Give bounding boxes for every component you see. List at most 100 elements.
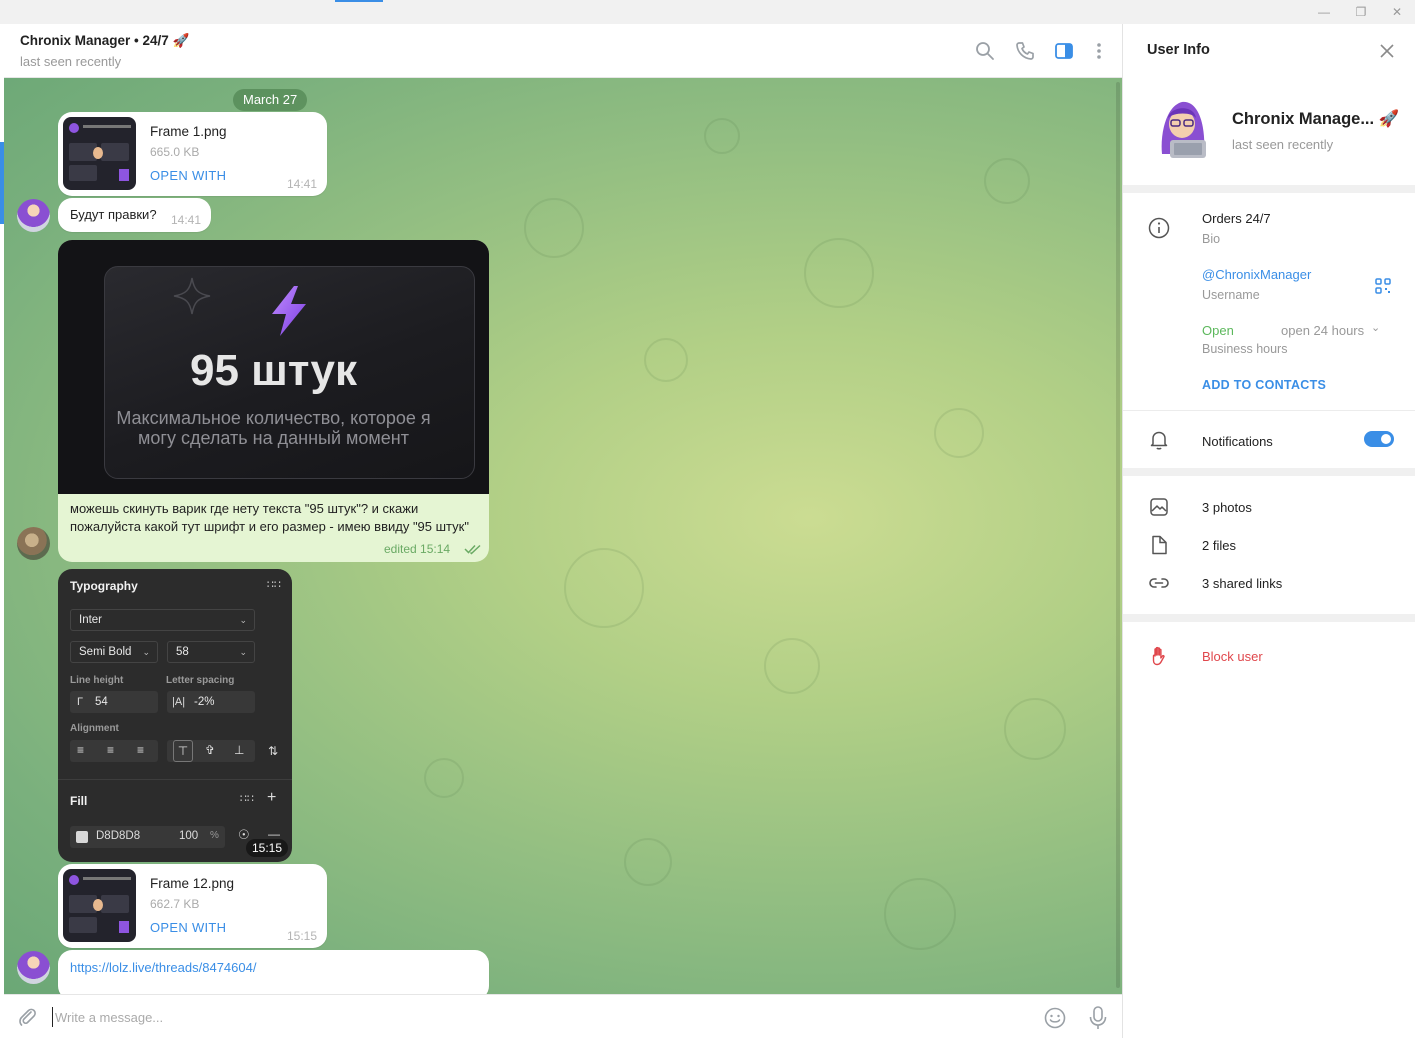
fill-styles-icon: ∷∷ bbox=[240, 793, 254, 805]
block-user-button[interactable]: Block user bbox=[1202, 649, 1263, 664]
letter-spacing-field: |A| -2% bbox=[167, 691, 255, 713]
open-with-button[interactable]: OPEN WITH bbox=[150, 168, 226, 183]
line-height-label: Line height bbox=[70, 675, 124, 686]
chevron-down-icon: ⌄ bbox=[142, 647, 150, 657]
file-message[interactable]: Frame 12.png 662.7 KB OPEN WITH 15:15 bbox=[58, 864, 327, 948]
section-separator bbox=[1123, 468, 1415, 476]
phone-icon[interactable] bbox=[1014, 40, 1036, 62]
text-message[interactable]: Будут правки? 14:41 bbox=[58, 198, 211, 232]
business-hours-status: Open bbox=[1202, 323, 1234, 338]
my-avatar[interactable] bbox=[17, 527, 50, 560]
user-info-panel: User Info Chronix Manage... 🚀 last seen … bbox=[1123, 24, 1415, 1038]
letter-spacing-label: Letter spacing bbox=[166, 675, 235, 686]
window-title-bar: — ❐ ✕ bbox=[0, 0, 1415, 24]
file-icon[interactable] bbox=[1147, 533, 1171, 557]
file-thumbnail[interactable] bbox=[63, 117, 136, 190]
message-time: 15:15 bbox=[287, 929, 318, 943]
username-label: Username bbox=[1202, 288, 1260, 302]
profile-avatar[interactable] bbox=[1148, 94, 1218, 164]
text-settings-icon: ⇅ bbox=[268, 744, 279, 758]
add-to-contacts-button[interactable]: ADD TO CONTACTS bbox=[1202, 378, 1326, 392]
file-thumbnail[interactable] bbox=[63, 869, 136, 942]
business-hours-value[interactable]: open 24 hours bbox=[1281, 323, 1364, 338]
add-fill-icon: + bbox=[267, 789, 277, 806]
panel-title: User Info bbox=[1147, 42, 1210, 58]
typography-screenshot-message[interactable]: Typography ∷∷ Inter ⌄ Semi Bold ⌄ 58 ⌄ L… bbox=[58, 569, 292, 862]
message-time: edited 15:14 bbox=[384, 542, 451, 556]
info-icon bbox=[1148, 217, 1170, 239]
sidebar-toggle-icon[interactable] bbox=[1053, 40, 1075, 62]
close-icon[interactable] bbox=[1377, 41, 1397, 61]
line-height-icon: Γ bbox=[77, 696, 84, 708]
message-input[interactable] bbox=[52, 1007, 952, 1027]
font-weight-select: Semi Bold ⌄ bbox=[70, 641, 158, 663]
sender-avatar[interactable] bbox=[17, 951, 50, 984]
align-middle-icon: ✞ bbox=[205, 743, 216, 757]
chat-status: last seen recently bbox=[20, 54, 122, 69]
section-separator bbox=[1123, 614, 1415, 622]
bio-label: Bio bbox=[1202, 232, 1221, 246]
chevron-down-icon[interactable]: ⌄ bbox=[1371, 321, 1380, 334]
link-icon[interactable] bbox=[1147, 571, 1171, 595]
section-separator bbox=[1123, 185, 1415, 193]
shared-files[interactable]: 2 files bbox=[1202, 538, 1236, 553]
sender-avatar[interactable] bbox=[17, 199, 50, 232]
alignment-label: Alignment bbox=[70, 723, 119, 734]
telegram-window: — ❐ ✕ Chronix Manager • 24/7 🚀 last seen… bbox=[0, 0, 1415, 1038]
double-check-icon bbox=[464, 544, 481, 555]
profile-name: Chronix Manage... 🚀 bbox=[1232, 110, 1400, 128]
shared-photos[interactable]: 3 photos bbox=[1202, 500, 1252, 515]
lightning-bolt-icon bbox=[272, 286, 306, 336]
font-weight-value: Semi Bold bbox=[79, 646, 132, 658]
photos-icon[interactable] bbox=[1147, 495, 1171, 519]
notifications-toggle[interactable] bbox=[1364, 431, 1394, 447]
file-message[interactable]: Frame 1.png 665.0 KB OPEN WITH 14:41 bbox=[58, 112, 327, 196]
window-close-icon[interactable]: ✕ bbox=[1389, 4, 1405, 20]
align-top-icon: ⊤ bbox=[173, 740, 193, 762]
typography-title: Typography bbox=[70, 579, 138, 593]
line-height-value: 54 bbox=[95, 696, 108, 708]
align-left-icon: ≡ bbox=[77, 743, 85, 757]
file-size: 665.0 KB bbox=[150, 145, 200, 159]
font-family-select: Inter ⌄ bbox=[70, 609, 255, 631]
restore-icon[interactable]: ❐ bbox=[1353, 4, 1369, 20]
fill-row bbox=[70, 826, 225, 848]
more-icon[interactable] bbox=[1088, 40, 1110, 62]
link-message[interactable]: https://lolz.live/threads/8474604/ bbox=[58, 950, 489, 1000]
block-hand-icon[interactable] bbox=[1147, 644, 1171, 668]
image-message[interactable]: 95 штук Максимальное количество, которое… bbox=[58, 240, 489, 562]
bio-text: Orders 24/7 bbox=[1202, 211, 1271, 226]
image-subtext-line-2: могу сделать на данный момент bbox=[138, 428, 409, 448]
bell-icon bbox=[1150, 431, 1168, 450]
chat-title[interactable]: Chronix Manager • 24/7 🚀 bbox=[20, 33, 189, 49]
date-separator: March 27 bbox=[233, 89, 308, 111]
chevron-down-icon: ⌄ bbox=[239, 647, 247, 657]
minimize-icon[interactable]: — bbox=[1316, 4, 1332, 20]
attach-icon[interactable] bbox=[16, 1006, 38, 1028]
message-image[interactable]: 95 штук Максимальное количество, которое… bbox=[58, 240, 489, 494]
styles-grid-icon: ∷∷ bbox=[267, 579, 281, 591]
message-time: 14:41 bbox=[287, 177, 318, 191]
fill-opacity-value: 100 bbox=[179, 830, 199, 842]
file-size: 662.7 KB bbox=[150, 897, 200, 911]
microphone-icon[interactable] bbox=[1087, 1005, 1109, 1031]
shared-links[interactable]: 3 shared links bbox=[1202, 576, 1282, 591]
sparkle-icon bbox=[173, 277, 211, 315]
section-line bbox=[1123, 410, 1415, 411]
fill-color-swatch bbox=[76, 831, 88, 843]
chat-scrollbar[interactable] bbox=[1116, 82, 1120, 988]
qr-code-icon[interactable] bbox=[1373, 276, 1393, 296]
horizontal-alignment-group: ≡ ≡ ≡ bbox=[70, 740, 158, 762]
username-link[interactable]: @ChronixManager bbox=[1202, 267, 1311, 282]
open-with-button[interactable]: OPEN WITH bbox=[150, 920, 226, 935]
search-icon[interactable] bbox=[974, 40, 996, 62]
message-time: 14:41 bbox=[171, 213, 202, 227]
emoji-icon[interactable] bbox=[1043, 1006, 1067, 1030]
align-center-icon: ≡ bbox=[107, 743, 115, 757]
align-right-icon: ≡ bbox=[137, 743, 145, 757]
business-hours-label: Business hours bbox=[1202, 342, 1288, 356]
chat-header[interactable]: Chronix Manager • 24/7 🚀 last seen recen… bbox=[4, 24, 1122, 78]
file-name: Frame 1.png bbox=[150, 124, 227, 139]
message-link[interactable]: https://lolz.live/threads/8474604/ bbox=[70, 960, 256, 975]
message-composer bbox=[4, 994, 1122, 1038]
